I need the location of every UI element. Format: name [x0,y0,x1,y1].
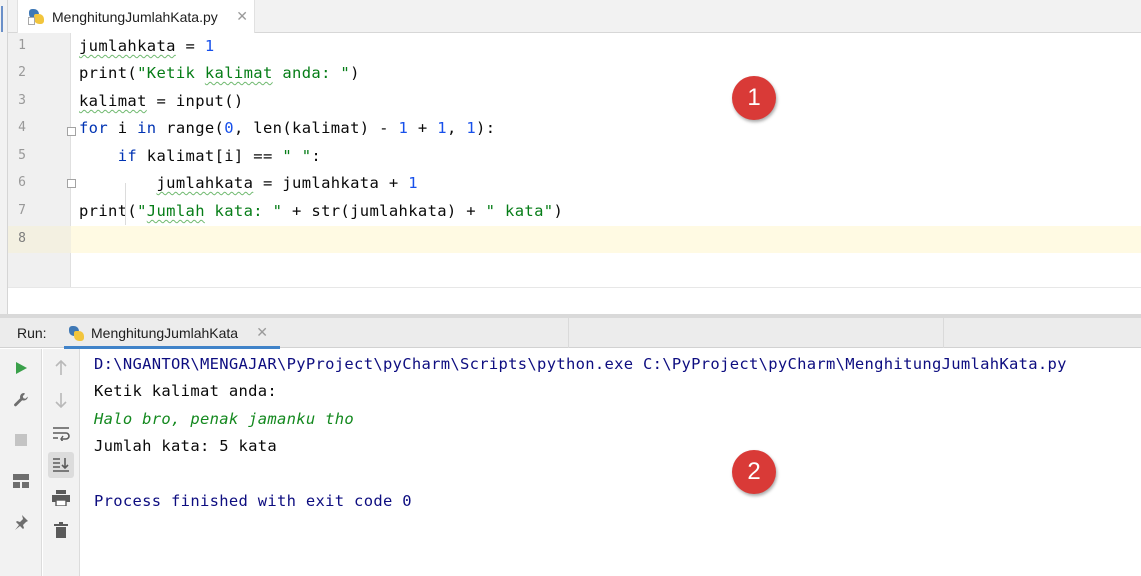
console-exit-message: Process finished with exit code 0 [94,492,412,510]
line-number: 5 [18,148,26,163]
console-result: Jumlah kata: 5 kata [94,437,278,455]
close-icon[interactable]: ✕ [236,8,248,25]
project-strip-marker [1,6,6,32]
run-tool-header: Run: MenghitungJumlahKata ✕ [0,318,1141,349]
stop-icon[interactable] [8,427,34,453]
pin-icon[interactable] [8,509,34,535]
run-console[interactable]: D:\NGANTOR\MENGAJAR\PyProject\pyCharm\Sc… [81,349,1141,576]
code-text: jumlahkata = jumlahkata + 1 [156,174,418,192]
code-line[interactable]: 6 jumlahkata = jumlahkata + 1 [8,170,1141,197]
code-text: if kalimat[i] == " ": [117,147,322,165]
trash-icon[interactable] [48,517,74,543]
annotation-badge-1: 1 [732,76,776,120]
line-number: 7 [18,203,26,218]
scroll-to-end-icon[interactable] [48,452,74,478]
console-user-input: Halo bro, penak jamanku tho [94,410,355,428]
line-number: 6 [18,175,26,190]
run-icon[interactable] [8,355,34,381]
code-text: kalimat = input() [79,92,244,110]
fold-end-marker-icon[interactable] [67,179,76,188]
line-number: 1 [18,38,26,53]
python-icon [68,325,85,342]
console-prompt: Ketik kalimat anda: [94,382,278,400]
code-text: jumlahkata = 1 [79,37,215,55]
up-arrow-icon[interactable] [48,355,74,381]
run-tab-label: MenghitungJumlahKata [91,325,239,341]
python-file-icon [28,8,45,25]
run-toolbar-primary [0,349,42,576]
code-text: print("Ketik kalimat anda: ") [79,64,360,82]
line-number: 3 [18,93,26,108]
code-text: print("Jumlah kata: " + str(jumlahkata) … [79,202,564,220]
code-line[interactable]: 7 print("Jumlah kata: " + str(jumlahkata… [8,198,1141,225]
editor-tab[interactable]: MenghitungJumlahKata.py ✕ [17,0,255,33]
run-config-tab[interactable]: MenghitungJumlahKata ✕ [64,318,280,349]
down-arrow-icon[interactable] [48,387,74,413]
editor-bottom-area [8,287,1141,314]
line-number: 8 [18,231,26,246]
soft-wrap-icon[interactable] [48,420,74,446]
code-text: for i in range(0, len(kalimat) - 1 + 1, … [79,119,496,137]
layout-icon[interactable] [8,468,34,494]
code-editor[interactable]: 1 jumlahkata = 1 2 print("Ketik kalimat … [8,33,1141,287]
project-tool-strip[interactable] [0,0,8,314]
code-line[interactable]: 2 print("Ketik kalimat anda: ") [8,60,1141,87]
console-command-line[interactable]: D:\NGANTOR\MENGAJAR\PyProject\pyCharm\Sc… [94,355,1067,373]
code-line[interactable]: 1 jumlahkata = 1 [8,33,1141,60]
editor-tab-label: MenghitungJumlahKata.py [52,8,218,25]
header-divider [943,318,944,348]
header-divider [568,318,569,348]
indent-guide [125,183,126,225]
run-toolbar-secondary [43,349,80,576]
code-line[interactable]: 5 if kalimat[i] == " ": [8,143,1141,170]
run-title: Run: [17,325,47,341]
print-icon[interactable] [48,485,74,511]
close-icon[interactable]: ✕ [256,324,268,341]
line-number: 4 [18,120,26,135]
code-line[interactable]: 3 kalimat = input() [8,88,1141,115]
editor-tab-bar: MenghitungJumlahKata.py ✕ [8,0,1141,33]
code-line[interactable]: 4 for i in range(0, len(kalimat) - 1 + 1… [8,115,1141,142]
current-code-line[interactable]: 8 [8,226,1141,253]
line-number: 2 [18,65,26,80]
fold-marker-icon[interactable] [67,127,76,136]
wrench-icon[interactable] [8,387,34,413]
annotation-badge-2: 2 [732,450,776,494]
